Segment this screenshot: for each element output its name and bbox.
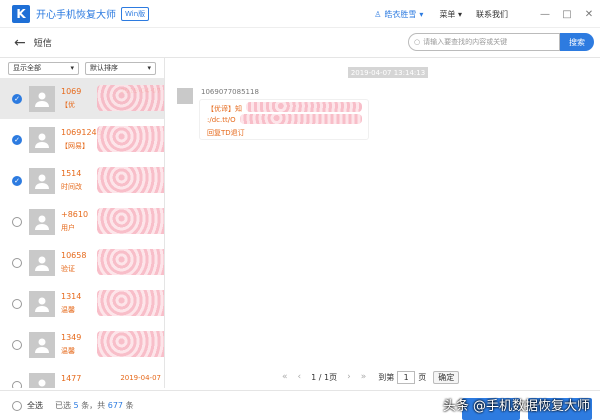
filter-select[interactable]: 显示全部 ▾ [8,61,79,75]
message-timestamp: 2019-04-07 13:14:13 [348,67,428,78]
confirm-button[interactable]: 确定 [433,370,460,384]
message-date: 2019-04-07 [120,373,161,382]
chevron-down-icon: ▾ [147,64,151,72]
title-bar: K 开心手机恢复大师 Win版 ♙ 皓衣胜雪 ▾ 菜单 ▾ 联系我们 — □ ✕ [0,0,600,28]
conversation-list: 显示全部▾ 默认排序▾ ✓ 1069 2019-04-07 【优 ✓ 10691243 【网… [0,58,165,388]
page-unit: 页 [418,372,427,382]
item-checkbox[interactable] [12,257,22,268]
select-all-checkbox[interactable] [12,400,22,411]
contact-avatar-icon [29,331,55,358]
page-indicator: 1 / 1页 [311,372,338,382]
message-preview: 时间改 [61,182,82,191]
message-pane: 2019-04-07 13:14:13 1069077085118 【优谛】知 … [166,58,600,363]
list-item[interactable]: ✓ 10691243 【网易】 [0,119,164,160]
privacy-blur [246,102,362,112]
privacy-blur [97,289,164,316]
item-checkbox[interactable]: ✓ [12,93,22,104]
item-checkbox[interactable] [12,298,22,309]
privacy-blur [240,114,362,124]
back-arrow-icon[interactable]: ← [14,35,26,51]
page-title: 短信 [33,39,52,49]
message-preview: 温馨 [61,346,75,355]
sender-number: 1349 [61,332,82,342]
sender-avatar-icon [177,88,193,104]
list-item[interactable]: 1349 温馨 [0,324,164,365]
maximize-button[interactable]: □ [556,9,578,20]
contact-avatar-icon [29,167,55,194]
sort-select[interactable]: 默认排序 ▾ [85,61,156,75]
select-all-label: 全选 [27,401,43,410]
message-preview: 温馨 [61,305,75,314]
close-button[interactable]: ✕ [578,9,600,20]
privacy-blur [97,330,164,357]
sender-number: +8610 [61,209,89,219]
watermark: 头条 @手机数据恢复大师 [442,399,590,414]
message-preview: 验证 [61,264,75,273]
search-input[interactable]: ○ 请输入要查找的内容或关键 [408,33,560,51]
sender-number: 1314 [61,291,82,301]
pagination: « ‹ 1 / 1页 › » 到第 1 页 确定 [166,368,600,386]
last-page-icon[interactable]: » [361,372,367,382]
next-page-icon[interactable]: › [347,372,351,382]
sender-number: 1514 [61,168,82,178]
sender-number: 10658 [61,250,87,260]
user-menu[interactable]: ♙ 皓衣胜雪 ▾ [374,9,423,20]
item-checkbox[interactable] [12,216,22,227]
message-line: :/dc.tt/O [207,116,236,124]
contact-avatar-icon [29,85,55,112]
item-checkbox[interactable] [12,339,22,350]
list-item[interactable]: ✓10692019-04-07【优 [0,78,164,119]
contact-avatar-icon [29,372,55,388]
app-logo-icon: K [12,4,30,23]
contact-avatar-icon [29,126,55,153]
item-checkbox[interactable] [12,380,22,388]
list-item[interactable]: ✓ 1514 时间改 [0,160,164,201]
user-icon: ♙ [374,9,382,19]
first-page-icon[interactable]: « [282,372,288,382]
message-bubble: 【优谛】知 :/dc.tt/O 回复TD退订 [199,99,369,140]
message-line: 回复TD退订 [207,129,245,137]
goto-label: 到第 [378,372,395,382]
message-preview: 用户 [61,223,75,232]
privacy-blur [97,84,164,111]
sender-number: 1477 [61,373,82,383]
item-checkbox[interactable]: ✓ [12,175,22,186]
privacy-blur [97,125,164,152]
prev-page-icon[interactable]: ‹ [298,372,302,382]
sender-number: 10691243 [61,127,102,137]
page-number-input[interactable]: 1 [397,370,416,384]
app-title: 开心手机恢复大师 [36,10,116,21]
message-preview: 【优 [61,100,75,109]
user-name: 皓衣胜雪 [384,9,417,19]
sender-number: 1069 [61,86,82,96]
sender-number: 1069077085118 [201,88,259,96]
privacy-blur [97,248,164,275]
search-button[interactable]: 搜索 [560,33,594,51]
list-item[interactable]: 1314 温馨 [0,283,164,324]
minimize-button[interactable]: — [534,9,556,20]
selection-count: 已选 5 条，共 677 条 [55,401,134,410]
contact-avatar-icon [29,208,55,235]
chevron-down-icon: ▾ [419,9,424,19]
main-menu[interactable]: 菜单 ▾ [439,9,462,20]
list-item[interactable]: 10658 验证 [0,242,164,283]
contact-us-link[interactable]: 联系我们 [476,9,508,20]
search-placeholder: 请输入要查找的内容或关键 [423,38,508,46]
privacy-blur [97,207,164,234]
message-preview: 【网易】 [61,141,89,150]
message-line: 【优谛】知 [207,105,242,113]
sub-header: ← 短信 ○ 请输入要查找的内容或关键 搜索 [0,28,600,58]
item-checkbox[interactable]: ✓ [12,134,22,145]
privacy-blur [97,166,164,193]
edition-badge: Win版 [121,6,150,21]
list-item[interactable]: +8610 用户 [0,201,164,242]
contact-avatar-icon [29,290,55,317]
chevron-down-icon: ▾ [70,64,74,72]
list-item[interactable]: 1477 2019-04-07 [0,365,164,388]
contact-avatar-icon [29,249,55,276]
search-icon: ○ [414,38,421,46]
